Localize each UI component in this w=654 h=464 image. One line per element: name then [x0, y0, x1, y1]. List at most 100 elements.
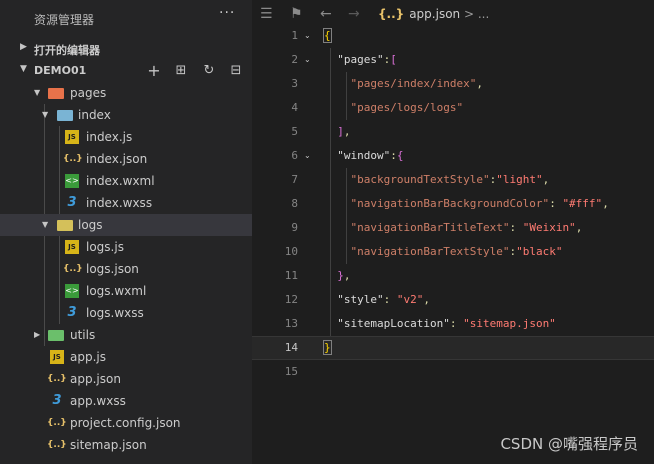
project-label: DEMO01: [34, 64, 87, 77]
code-line[interactable]: 10 "navigationBarTextStyle":"black": [252, 240, 654, 264]
tree-label: index.json: [86, 152, 148, 166]
tree-file[interactable]: JS logs.js: [0, 236, 252, 258]
punct: ,: [343, 125, 351, 138]
line-number: 9: [291, 221, 298, 234]
wxml-file-icon: <>: [65, 284, 79, 298]
breadcrumb[interactable]: {..} app.json > ...: [378, 7, 489, 21]
more-actions-icon[interactable]: ···: [219, 5, 235, 21]
tree-folder-index[interactable]: ▼ index: [0, 104, 252, 126]
collapse-all-icon[interactable]: ⊟: [226, 60, 246, 82]
tree-file[interactable]: 3 app.wxss: [0, 390, 252, 412]
bracket: ]: [337, 125, 344, 138]
code-line[interactable]: 11 },: [252, 264, 654, 288]
tree-file[interactable]: {..} sitemap.json: [0, 434, 252, 456]
line-number: 15: [284, 365, 298, 378]
wxss-file-icon: 3: [67, 195, 77, 210]
back-arrow-icon[interactable]: ←: [320, 6, 332, 22]
line-number: 5: [291, 125, 298, 138]
new-file-icon[interactable]: +: [144, 60, 164, 82]
folder-icon: [48, 88, 64, 99]
code-text: "pages":[: [324, 48, 397, 72]
explorer-sidebar: 资源管理器 ··· ▶ 打开的编辑器 ▼ DEMO01 + ⊞ ↻ ⊟ ▼ pa…: [0, 0, 252, 464]
code-line[interactable]: 15: [252, 360, 654, 384]
chevron-down-icon: ▼: [34, 88, 41, 97]
breadcrumb-more[interactable]: ...: [478, 7, 489, 21]
json-key: "navigationBarBackgroundColor": [350, 197, 550, 210]
code-line[interactable]: 5 ],: [252, 120, 654, 144]
code-text: {: [323, 24, 332, 48]
explorer-title: 资源管理器: [34, 13, 95, 27]
fold-chevron-icon[interactable]: ⌄: [304, 24, 311, 48]
punct: :: [509, 221, 523, 234]
json-file-icon: {..}: [47, 374, 67, 384]
new-folder-icon[interactable]: ⊞: [171, 60, 191, 82]
fold-chevron-icon[interactable]: ⌄: [304, 144, 311, 168]
tree-file[interactable]: {..} logs.json: [0, 258, 252, 280]
code-line[interactable]: 8 "navigationBarBackgroundColor": "#fff"…: [252, 192, 654, 216]
code-line[interactable]: 2 ⌄ "pages":[: [252, 48, 654, 72]
tree-file[interactable]: 3 logs.wxss: [0, 302, 252, 324]
chevron-down-icon: ▼: [42, 220, 49, 229]
chevron-down-icon: ▼: [20, 64, 27, 74]
punct: ,: [602, 197, 609, 210]
code-text: "navigationBarTitleText": "Weixin",: [324, 216, 583, 240]
brace: }: [337, 269, 344, 282]
tree-file[interactable]: 3 index.wxss: [0, 192, 252, 214]
punct: ,: [575, 221, 583, 234]
outline-list-icon[interactable]: ☰: [260, 6, 273, 22]
line-number: 8: [291, 197, 298, 210]
tree-file[interactable]: {..} project.config.json: [0, 412, 252, 434]
tree-label: logs.wxss: [86, 306, 144, 320]
fold-chevron-icon[interactable]: ⌄: [304, 48, 311, 72]
open-editors-label: 打开的编辑器: [34, 44, 100, 57]
tree-file[interactable]: <> logs.wxml: [0, 280, 252, 302]
code-line[interactable]: 9 "navigationBarTitleText": "Weixin",: [252, 216, 654, 240]
open-editors-section[interactable]: ▶ 打开的编辑器: [0, 38, 252, 60]
code-text: ],: [324, 120, 351, 144]
tree-label: index.wxss: [86, 196, 153, 210]
refresh-icon[interactable]: ↻: [199, 60, 219, 82]
tree-folder-pages[interactable]: ▼ pages: [0, 82, 252, 104]
json-file-icon: {..}: [378, 7, 405, 21]
tree-file[interactable]: JS index.js: [0, 126, 252, 148]
tree-folder-utils[interactable]: ▶ utils: [0, 324, 252, 346]
tree-label: pages: [70, 86, 107, 100]
json-file-icon: {..}: [63, 264, 83, 274]
line-number: 6: [291, 149, 298, 162]
code-line-current[interactable]: 14 }: [252, 336, 654, 360]
tree-file[interactable]: {..} app.json: [0, 368, 252, 390]
line-number: 12: [284, 293, 298, 306]
tree-file[interactable]: <> index.wxml: [0, 170, 252, 192]
json-string: "light": [496, 173, 543, 186]
chevron-right-icon: ▶: [20, 42, 27, 52]
bookmark-icon[interactable]: ⚑: [290, 6, 303, 22]
tree-folder-logs[interactable]: ▼ logs: [0, 214, 252, 236]
code-text: "backgroundTextStyle":"light",: [324, 168, 550, 192]
punct: :: [383, 293, 397, 306]
code-line[interactable]: 12 "style": "v2",: [252, 288, 654, 312]
punct: ,: [542, 173, 550, 186]
punct: :: [390, 149, 397, 162]
code-line[interactable]: 3 "pages/index/index",: [252, 72, 654, 96]
tree-file[interactable]: {..} index.json: [0, 148, 252, 170]
tree-label: app.json: [70, 372, 121, 386]
code-line[interactable]: 1 ⌄ {: [252, 24, 654, 48]
tree-label: index.js: [86, 130, 133, 144]
code-line[interactable]: 6 ⌄ "window":{: [252, 144, 654, 168]
tree-label: logs.wxml: [86, 284, 147, 298]
tree-label: app.wxss: [70, 394, 126, 408]
chevron-right-icon: ▶: [34, 330, 41, 339]
code-text: "sitemapLocation": "sitemap.json": [324, 312, 556, 336]
punct: :: [549, 197, 563, 210]
tree-file[interactable]: JS app.js: [0, 346, 252, 368]
bracket: [: [390, 53, 397, 66]
code-line[interactable]: 7 "backgroundTextStyle":"light",: [252, 168, 654, 192]
breadcrumb-file[interactable]: app.json: [409, 7, 460, 21]
code-line[interactable]: 13 "sitemapLocation": "sitemap.json": [252, 312, 654, 336]
line-number: 7: [291, 173, 298, 186]
brace: {: [396, 149, 404, 162]
punct: ,: [423, 293, 430, 306]
forward-arrow-icon[interactable]: →: [348, 6, 360, 22]
code-line[interactable]: 4 "pages/logs/logs": [252, 96, 654, 120]
tree-label: logs.js: [86, 240, 124, 254]
